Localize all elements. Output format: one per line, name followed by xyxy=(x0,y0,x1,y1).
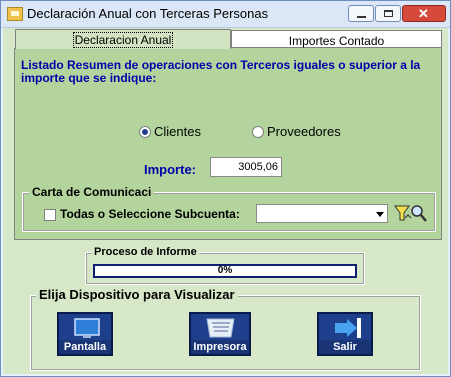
tab-declaracion-anual[interactable]: Declaracion Anual xyxy=(15,29,231,49)
clientes-label[interactable]: Clientes xyxy=(154,124,201,139)
printer-icon xyxy=(206,318,235,338)
proceso-legend: Proceso de Informe xyxy=(92,246,199,258)
minimize-button[interactable] xyxy=(348,5,374,22)
carta-group: Carta de Comunicaci Todas o Seleccione S… xyxy=(22,185,436,232)
client-area: Declaracion Anual Importes Contado Lista… xyxy=(3,28,448,374)
todas-label[interactable]: Todas o Seleccione Subcuenta: xyxy=(60,207,240,221)
exit-door-icon xyxy=(335,318,361,338)
maximize-button[interactable] xyxy=(375,5,401,22)
proveedores-label[interactable]: Proveedores xyxy=(267,124,341,139)
maximize-icon xyxy=(384,10,393,17)
tab-panel: Listado Resumen de operaciones con Terce… xyxy=(14,48,442,240)
close-icon: ✕ xyxy=(418,6,429,21)
todas-checkbox[interactable] xyxy=(44,209,56,221)
tab-label: Declaracion Anual xyxy=(72,32,174,48)
impresora-label: Impresora xyxy=(191,340,249,354)
filter-search-icon[interactable] xyxy=(393,202,429,224)
dispositivo-legend: Elija Dispositivo para Visualizar xyxy=(36,287,238,302)
subcuenta-select[interactable] xyxy=(256,204,388,223)
progress-bar: 0% xyxy=(93,264,357,278)
progress-text: 0% xyxy=(217,265,233,276)
dispositivo-group: Elija Dispositivo para Visualizar Pantal… xyxy=(30,287,421,371)
pantalla-button[interactable]: Pantalla xyxy=(57,312,113,356)
title-bar[interactable]: Declaración Anual con Terceras Personas … xyxy=(1,1,450,28)
clientes-radio[interactable] xyxy=(139,126,151,138)
pantalla-label: Pantalla xyxy=(59,340,111,354)
app-icon xyxy=(7,7,23,21)
monitor-icon xyxy=(74,318,100,338)
salir-button[interactable]: Salir xyxy=(317,312,373,356)
importe-label: Importe: xyxy=(144,162,196,177)
chevron-down-icon xyxy=(376,212,384,217)
tab-label: Importes Contado xyxy=(288,34,385,48)
salir-label: Salir xyxy=(319,340,371,354)
minimize-icon xyxy=(357,16,366,18)
proceso-group: Proceso de Informe 0% xyxy=(85,246,365,285)
tab-importes-contado[interactable]: Importes Contado xyxy=(231,30,442,48)
close-button[interactable]: ✕ xyxy=(402,5,446,22)
proveedores-radio[interactable] xyxy=(252,126,264,138)
carta-legend: Carta de Comunicaci xyxy=(29,185,155,199)
window-title: Declaración Anual con Terceras Personas xyxy=(27,6,269,21)
importe-input[interactable]: 3005,06 xyxy=(210,157,282,177)
app-window: Declaración Anual con Terceras Personas … xyxy=(0,0,451,377)
listado-heading: Listado Resumen de operaciones con Terce… xyxy=(21,58,421,85)
impresora-button[interactable]: Impresora xyxy=(189,312,251,356)
